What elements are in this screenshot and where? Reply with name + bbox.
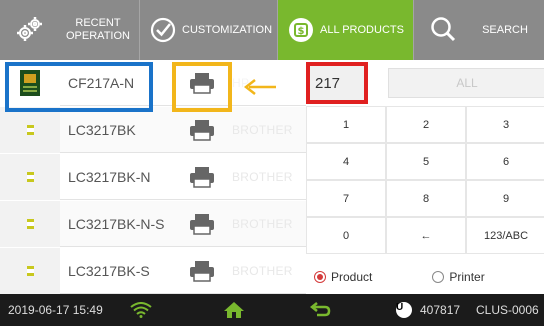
radio-label: Product	[331, 270, 373, 284]
key-6[interactable]: 6	[466, 143, 544, 180]
key-5[interactable]: 5	[386, 143, 466, 180]
radio-product[interactable]: Product	[314, 270, 372, 284]
brand-label: BROTHER	[232, 263, 293, 278]
search-icon	[420, 15, 466, 45]
datetime: 2019-06-17 15:49	[8, 303, 103, 317]
product-name: LC3217BK	[68, 121, 136, 138]
cartridge-icon	[0, 153, 60, 200]
product-row[interactable]: LC3217BK-S BROTHER	[0, 247, 306, 294]
printer-icon	[172, 107, 232, 153]
tab-customization[interactable]: CUSTOMIZATION	[140, 0, 278, 60]
highlight-product-name-box	[5, 62, 153, 112]
brand-label: BROTHER	[232, 122, 293, 137]
all-button[interactable]: ALL	[388, 68, 544, 98]
search-input[interactable]: 217	[306, 62, 368, 104]
brand-label: BROTHER	[232, 216, 293, 231]
tab-label: SEARCH	[482, 23, 528, 36]
back-icon[interactable]	[309, 294, 331, 326]
key-9[interactable]: 9	[466, 180, 544, 217]
radio-label: Printer	[449, 270, 485, 284]
cartridge-icon	[0, 247, 60, 294]
product-row[interactable]: LC3217BK-N BROTHER	[0, 153, 306, 200]
brand-label: BROTHER	[232, 169, 293, 184]
gears-icon	[0, 15, 58, 45]
tab-search[interactable]: SEARCH	[414, 0, 544, 60]
tab-label: CUSTOMIZATION	[182, 23, 273, 36]
key-3[interactable]: 3	[466, 106, 544, 143]
cartridge-icon	[0, 106, 60, 153]
cartridge-icon	[0, 200, 60, 247]
key-7[interactable]: 7	[306, 180, 386, 217]
key-8[interactable]: 8	[386, 180, 466, 217]
home-icon[interactable]	[223, 294, 245, 326]
key-1[interactable]: 1	[306, 106, 386, 143]
user-badge-icon: U	[396, 294, 412, 326]
printer-icon	[172, 248, 232, 294]
status-bar: 2019-06-17 15:49 U 407817 CLUS-0006	[0, 294, 544, 326]
product-name: LC3217BK-S	[68, 262, 150, 279]
product-row[interactable]: LC3217BK-N-S BROTHER	[0, 200, 306, 247]
tab-all-products[interactable]: $ ALL PRODUCTS	[278, 0, 414, 60]
svg-text:$: $	[298, 26, 305, 37]
product-name: LC3217BK-N	[68, 168, 151, 185]
key-4[interactable]: 4	[306, 143, 386, 180]
arrow-left-icon	[243, 78, 277, 101]
key-backspace[interactable]: ←	[386, 217, 466, 254]
printer-icon	[172, 201, 232, 247]
search-mode-radios: Product Printer	[306, 260, 544, 294]
product-row[interactable]: LC3217BK BROTHER	[0, 106, 306, 153]
tab-label: RECENT OPERATION	[66, 17, 130, 42]
keypad-panel: 217 ALL 1 2 3 4 5 6 7 8 9 0 ← 123/ABC Pr…	[306, 60, 544, 294]
key-mode-toggle[interactable]: 123/ABC	[466, 217, 544, 254]
check-circle-icon	[144, 16, 182, 44]
tab-recent-operation[interactable]: RECENT OPERATION	[0, 0, 140, 60]
radio-dot	[432, 271, 445, 283]
key-0[interactable]: 0	[306, 217, 386, 254]
highlight-printer-icon-box	[172, 62, 232, 112]
tab-label: ALL PRODUCTS	[320, 23, 404, 36]
counter: 407817	[420, 303, 461, 317]
dollar-badge-icon: $	[282, 16, 320, 44]
top-nav: RECENT OPERATION CUSTOMIZATION $ ALL PRO…	[0, 0, 544, 60]
key-2[interactable]: 2	[386, 106, 466, 143]
device-code: CLUS-0006	[476, 303, 539, 317]
radio-dot	[314, 271, 326, 283]
printer-icon	[172, 154, 232, 200]
wifi-icon	[130, 294, 152, 326]
product-name: LC3217BK-N-S	[68, 215, 165, 232]
radio-printer[interactable]: Printer	[432, 270, 485, 284]
